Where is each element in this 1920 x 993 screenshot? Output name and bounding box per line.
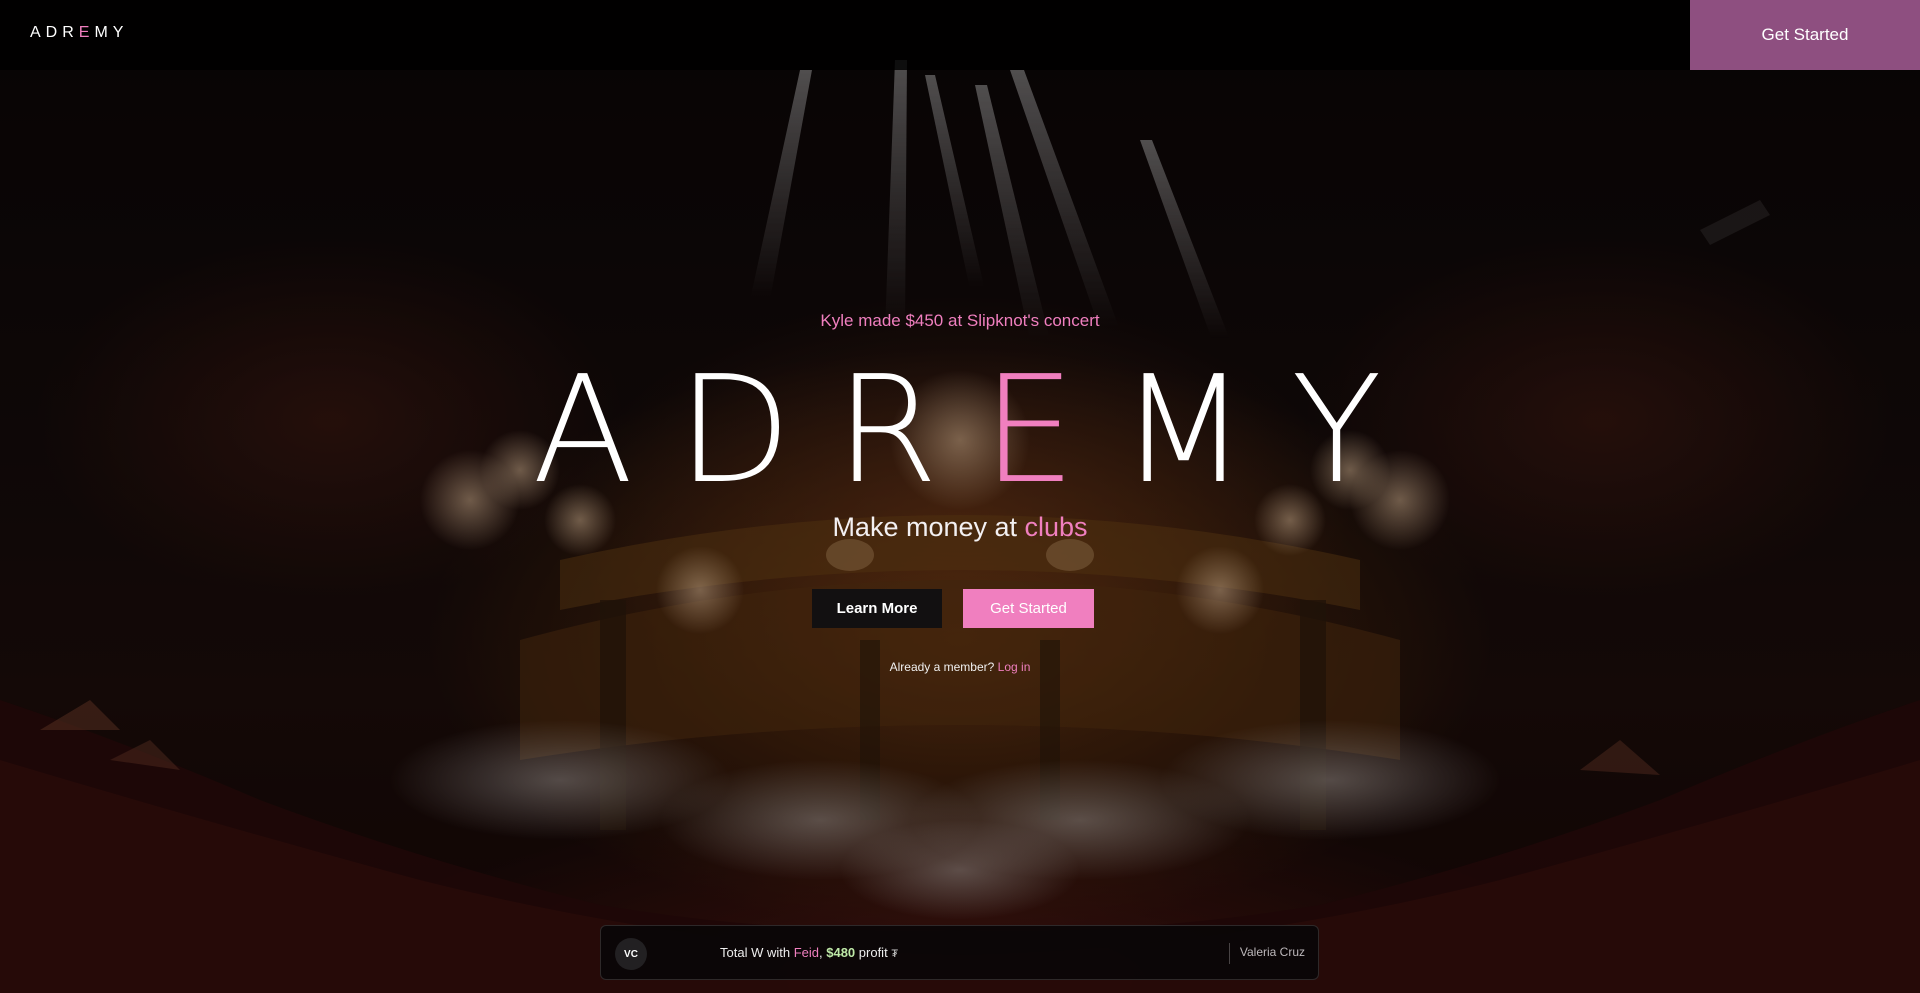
ticker-artist: Feid: [793, 945, 819, 960]
hero-cta-row: Learn More Get Started: [0, 589, 1920, 628]
header-get-started-button[interactable]: Get Started: [1690, 0, 1920, 70]
brand-logo-prefix: ADR: [30, 24, 79, 41]
login-link[interactable]: Log in: [998, 660, 1031, 674]
learn-more-button[interactable]: Learn More: [812, 589, 942, 628]
hero-brand-suffix: MY: [1119, 344, 1426, 516]
ticker-message-prefix: Total W with: [720, 945, 794, 960]
ticker-user-name: Valeria Cruz: [1239, 945, 1305, 959]
avatar: VC: [615, 938, 647, 970]
top-navigation-bar: ADREMY Get Started: [0, 0, 1920, 70]
earnings-tagline: Kyle made $450 at Slipknot's concert: [820, 311, 1100, 330]
brand-logo-suffix: MY: [94, 24, 129, 41]
member-text: Already a member?: [889, 660, 995, 674]
hero-brand-accent: E: [982, 344, 1120, 516]
hero-brand-prefix: ADR: [532, 344, 983, 516]
hero-brand-title: ADREMY: [0, 355, 1920, 505]
brand-logo-accent: E: [78, 24, 95, 41]
hero-subtitle-accent: clubs: [1024, 512, 1088, 542]
flag-icon: ₮: [891, 948, 899, 960]
member-login-prompt: Already a member? Log in: [0, 660, 1920, 674]
ticker-profit: $480: [826, 945, 856, 960]
get-started-button[interactable]: Get Started: [963, 589, 1094, 628]
ticker-comma: ,: [818, 945, 823, 960]
hero-subtitle: Make money at clubs: [0, 512, 1920, 543]
ticker-divider: [1229, 943, 1230, 964]
hero-subtitle-text: Make money at: [832, 512, 1025, 542]
ticker-message: Total W with Feid, $480 profit ₮: [720, 945, 898, 960]
activity-ticker: VC Total W with Feid, $480 profit ₮ Vale…: [600, 925, 1319, 980]
ticker-message-suffix: profit: [858, 945, 888, 960]
brand-logo[interactable]: ADREMY: [30, 24, 128, 42]
